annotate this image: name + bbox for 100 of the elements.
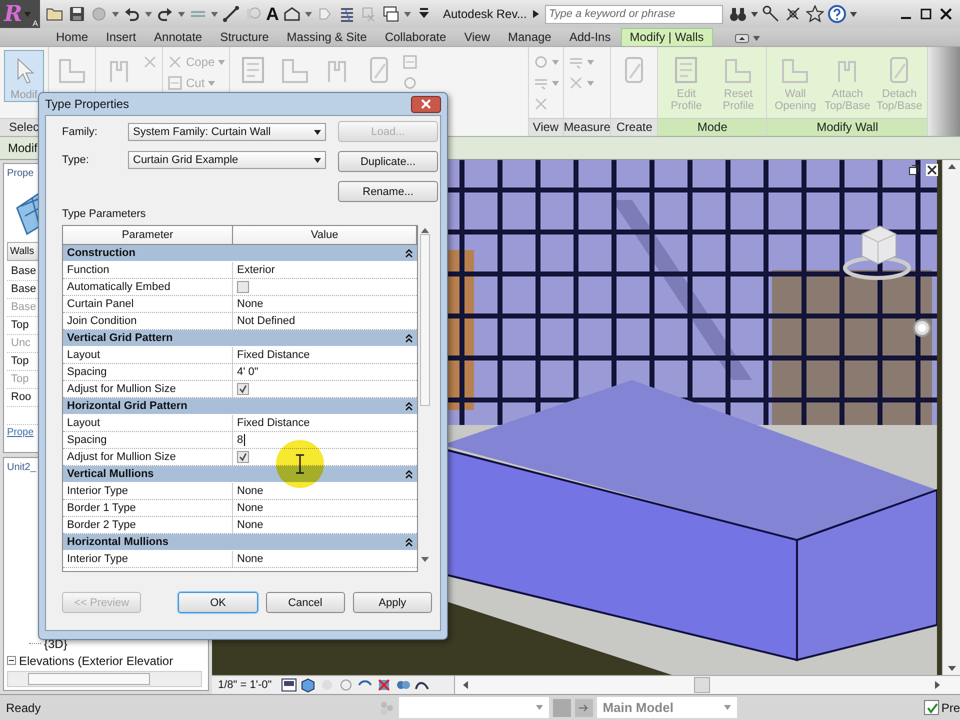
app-menu-button[interactable]: R A	[0, 0, 40, 28]
caret-icon[interactable]	[850, 12, 857, 16]
dialog-button[interactable]: Apply	[352, 592, 432, 613]
collapse-icon[interactable]	[405, 538, 414, 546]
ribbon-tab[interactable]: Add-Ins	[561, 29, 619, 46]
scroll-thumb[interactable]	[28, 673, 150, 685]
cursor-highlight-icon	[275, 439, 325, 489]
dropdown[interactable]: Curtain Grid Example	[128, 151, 326, 169]
navigation-wheel-icon[interactable]	[912, 318, 932, 338]
group-header[interactable]: Horizontal Mullions	[63, 534, 418, 551]
group-header[interactable]: Vertical Grid Pattern	[63, 330, 418, 347]
tree-item[interactable]: Elevations (Exterior Elevatior	[19, 654, 174, 668]
horizontal-scrollbar[interactable]	[7, 671, 202, 687]
value-cell-text: Exterior	[236, 263, 276, 278]
workset-field[interactable]	[398, 697, 549, 718]
binoculars-icon[interactable]	[728, 6, 747, 22]
ribbon-tab[interactable]: Massing & Site	[278, 29, 375, 46]
dialog-button[interactable]: Rename...	[338, 181, 438, 202]
scroll-down-icon[interactable]	[421, 557, 430, 562]
checkbox[interactable]	[237, 451, 249, 463]
collapse-icon[interactable]	[7, 656, 16, 665]
group-header[interactable]: Construction	[63, 245, 418, 262]
scroll-right-icon[interactable]	[935, 681, 940, 689]
view-control-icon[interactable]	[280, 677, 297, 693]
window-title: Autodesk Rev...	[443, 7, 527, 21]
tool-icon	[532, 54, 549, 70]
tree-item[interactable]: {3D}	[44, 636, 68, 650]
scroll-left-icon[interactable]	[463, 681, 468, 689]
value-cell-text: None	[236, 297, 264, 312]
parameter-cell: Adjust for Mullion Size	[63, 381, 233, 397]
panel-label: Mode	[658, 118, 766, 136]
thin-lines-icon[interactable]	[338, 5, 356, 23]
text-tool[interactable]: A	[266, 5, 279, 23]
checkbox[interactable]	[237, 383, 249, 395]
ribbon-tab[interactable]: View	[456, 29, 498, 46]
ribbon-toggle-icon[interactable]	[734, 34, 749, 43]
value-cell-text: None	[236, 501, 264, 516]
save-icon[interactable]	[68, 5, 86, 23]
expand-arrow-icon[interactable]	[532, 10, 539, 18]
checkbox-label: Pre	[941, 700, 960, 714]
caret-icon[interactable]	[314, 158, 321, 162]
dialog-button[interactable]: Duplicate...	[338, 151, 438, 172]
design-options-icon[interactable]	[574, 698, 593, 716]
view-restore-icon[interactable]	[908, 164, 920, 176]
redo-icon[interactable]	[156, 5, 174, 23]
ribbon-tab[interactable]: Home	[48, 29, 96, 46]
key-icon[interactable]	[762, 5, 780, 23]
scroll-up-icon[interactable]	[948, 164, 956, 169]
logo-sub-label: A	[32, 19, 38, 28]
properties-link[interactable]: Prope	[7, 425, 34, 438]
ribbon-tab[interactable]: Structure	[212, 29, 277, 46]
help-icon[interactable]	[828, 5, 846, 23]
horizontal-scrollbar[interactable]	[455, 676, 960, 694]
undo-icon[interactable]	[123, 5, 141, 23]
checkbox[interactable]	[924, 700, 940, 715]
ribbon-tab[interactable]: Annotate	[146, 29, 210, 46]
caret-icon[interactable]	[750, 12, 758, 16]
value-cell-text: None	[236, 552, 264, 567]
dialog-button[interactable]: Cancel	[266, 592, 345, 613]
ribbon-tab[interactable]: Modify | Walls	[620, 28, 713, 46]
view-close-icon[interactable]	[926, 164, 938, 176]
ribbon-tab[interactable]: Manage	[500, 29, 560, 46]
parameter-cell: Interior Type	[63, 551, 233, 567]
ribbon-tab[interactable]: Collaborate	[376, 29, 454, 46]
maximize-icon[interactable]	[920, 8, 932, 20]
close-button[interactable]	[411, 96, 441, 112]
parameter-cell: Interior Type	[63, 483, 233, 499]
collapse-icon[interactable]	[405, 334, 414, 342]
satellite-icon[interactable]	[784, 5, 802, 23]
tool-icon	[167, 75, 183, 91]
tool-icon	[402, 75, 418, 91]
value-cell-text: None	[236, 518, 264, 533]
vertical-scrollbar[interactable]	[942, 160, 960, 675]
column-header[interactable]: Parameter	[63, 226, 233, 244]
search-field[interactable]: Type a keyword or phrase	[544, 4, 723, 24]
value-cell-text: 4' 0"	[236, 365, 260, 380]
design-option-field[interactable]: Main Model	[596, 697, 737, 718]
dialog-button[interactable]: OK	[178, 592, 258, 613]
ribbon-tab[interactable]: Insert	[98, 29, 144, 46]
options-bar-label: Modif	[8, 141, 38, 155]
dimension-icon[interactable]	[222, 5, 240, 23]
switch-windows-icon[interactable]	[382, 5, 400, 23]
star-icon[interactable]	[806, 5, 824, 23]
value-cell-text: Fixed Distance	[236, 416, 311, 431]
scroll-thumb[interactable]	[694, 677, 710, 693]
close-icon[interactable]	[940, 8, 952, 20]
scroll-down-icon[interactable]	[948, 666, 956, 671]
collapse-icon[interactable]	[405, 248, 414, 258]
collapse-icon[interactable]	[405, 470, 414, 478]
parameter-cell: Spacing	[63, 364, 233, 380]
checkbox[interactable]	[237, 281, 249, 293]
scale-label[interactable]: 1/8" = 1'-0"	[218, 679, 272, 691]
column-header[interactable]: Value	[233, 226, 418, 244]
parameter-cell: Adjust for Mullion Size	[63, 449, 233, 465]
tool-icon	[402, 54, 418, 70]
panel-label: Create	[611, 118, 658, 136]
group-header[interactable]: Horizontal Grid Pattern	[63, 398, 418, 415]
house-icon[interactable]	[283, 5, 301, 23]
collapse-icon[interactable]	[405, 402, 414, 410]
dropdown[interactable]: System Family: Curtain Wall	[128, 123, 326, 141]
